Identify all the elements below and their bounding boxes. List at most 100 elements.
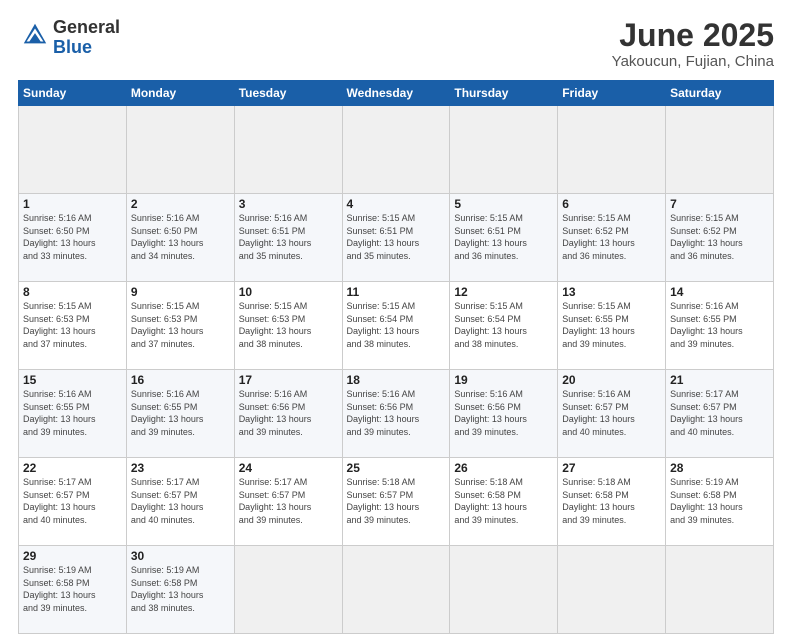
day-number: 5 [454,197,553,211]
day-number: 30 [131,549,230,563]
day-info: Sunrise: 5:15 AM Sunset: 6:54 PM Dayligh… [347,300,446,350]
column-header-monday: Monday [126,81,234,106]
day-number: 18 [347,373,446,387]
calendar-cell: 15Sunrise: 5:16 AM Sunset: 6:55 PM Dayli… [19,370,127,458]
day-number: 24 [239,461,338,475]
logo-blue: Blue [53,37,92,57]
day-info: Sunrise: 5:15 AM Sunset: 6:52 PM Dayligh… [562,212,661,262]
column-header-tuesday: Tuesday [234,81,342,106]
calendar-cell: 2Sunrise: 5:16 AM Sunset: 6:50 PM Daylig… [126,194,234,282]
calendar-cell [666,106,774,194]
calendar-cell: 22Sunrise: 5:17 AM Sunset: 6:57 PM Dayli… [19,458,127,546]
calendar-cell: 29Sunrise: 5:19 AM Sunset: 6:58 PM Dayli… [19,546,127,634]
day-info: Sunrise: 5:15 AM Sunset: 6:51 PM Dayligh… [454,212,553,262]
day-number: 29 [23,549,122,563]
calendar-cell: 19Sunrise: 5:16 AM Sunset: 6:56 PM Dayli… [450,370,558,458]
day-number: 9 [131,285,230,299]
day-number: 26 [454,461,553,475]
day-info: Sunrise: 5:15 AM Sunset: 6:53 PM Dayligh… [239,300,338,350]
day-number: 28 [670,461,769,475]
day-info: Sunrise: 5:16 AM Sunset: 6:57 PM Dayligh… [562,388,661,438]
calendar-cell: 17Sunrise: 5:16 AM Sunset: 6:56 PM Dayli… [234,370,342,458]
column-header-saturday: Saturday [666,81,774,106]
calendar-cell: 1Sunrise: 5:16 AM Sunset: 6:50 PM Daylig… [19,194,127,282]
calendar-cell [126,106,234,194]
day-info: Sunrise: 5:16 AM Sunset: 6:50 PM Dayligh… [23,212,122,262]
column-header-sunday: Sunday [19,81,127,106]
calendar-cell: 10Sunrise: 5:15 AM Sunset: 6:53 PM Dayli… [234,282,342,370]
day-info: Sunrise: 5:15 AM Sunset: 6:53 PM Dayligh… [131,300,230,350]
calendar-cell: 16Sunrise: 5:16 AM Sunset: 6:55 PM Dayli… [126,370,234,458]
page: General Blue June 2025 Yakoucun, Fujian,… [0,0,792,612]
day-info: Sunrise: 5:16 AM Sunset: 6:51 PM Dayligh… [239,212,338,262]
logo-text: General Blue [53,18,120,58]
calendar-cell: 30Sunrise: 5:19 AM Sunset: 6:58 PM Dayli… [126,546,234,634]
calendar-cell [558,546,666,634]
day-info: Sunrise: 5:19 AM Sunset: 6:58 PM Dayligh… [670,476,769,526]
day-number: 23 [131,461,230,475]
day-number: 1 [23,197,122,211]
calendar-cell: 18Sunrise: 5:16 AM Sunset: 6:56 PM Dayli… [342,370,450,458]
calendar-cell: 25Sunrise: 5:18 AM Sunset: 6:57 PM Dayli… [342,458,450,546]
calendar-cell: 27Sunrise: 5:18 AM Sunset: 6:58 PM Dayli… [558,458,666,546]
logo-general: General [53,17,120,37]
day-info: Sunrise: 5:15 AM Sunset: 6:52 PM Dayligh… [670,212,769,262]
calendar-cell: 3Sunrise: 5:16 AM Sunset: 6:51 PM Daylig… [234,194,342,282]
day-number: 13 [562,285,661,299]
calendar-cell: 20Sunrise: 5:16 AM Sunset: 6:57 PM Dayli… [558,370,666,458]
day-info: Sunrise: 5:19 AM Sunset: 6:58 PM Dayligh… [23,564,122,614]
day-number: 6 [562,197,661,211]
logo: General Blue [18,18,120,58]
day-info: Sunrise: 5:16 AM Sunset: 6:55 PM Dayligh… [670,300,769,350]
calendar-cell [450,106,558,194]
day-number: 14 [670,285,769,299]
calendar-cell: 28Sunrise: 5:19 AM Sunset: 6:58 PM Dayli… [666,458,774,546]
column-header-friday: Friday [558,81,666,106]
title-block: June 2025 Yakoucun, Fujian, China [612,18,774,70]
column-header-thursday: Thursday [450,81,558,106]
day-number: 21 [670,373,769,387]
calendar-cell [342,106,450,194]
day-number: 10 [239,285,338,299]
day-info: Sunrise: 5:16 AM Sunset: 6:56 PM Dayligh… [454,388,553,438]
calendar-cell [558,106,666,194]
day-info: Sunrise: 5:15 AM Sunset: 6:53 PM Dayligh… [23,300,122,350]
calendar-cell: 23Sunrise: 5:17 AM Sunset: 6:57 PM Dayli… [126,458,234,546]
day-number: 3 [239,197,338,211]
calendar-cell: 9Sunrise: 5:15 AM Sunset: 6:53 PM Daylig… [126,282,234,370]
header: General Blue June 2025 Yakoucun, Fujian,… [18,18,774,70]
calendar-cell [234,106,342,194]
calendar-cell: 26Sunrise: 5:18 AM Sunset: 6:58 PM Dayli… [450,458,558,546]
day-info: Sunrise: 5:16 AM Sunset: 6:55 PM Dayligh… [23,388,122,438]
day-number: 12 [454,285,553,299]
day-info: Sunrise: 5:15 AM Sunset: 6:55 PM Dayligh… [562,300,661,350]
calendar-header-row: SundayMondayTuesdayWednesdayThursdayFrid… [19,81,774,106]
calendar-cell: 21Sunrise: 5:17 AM Sunset: 6:57 PM Dayli… [666,370,774,458]
calendar-week-row: 1Sunrise: 5:16 AM Sunset: 6:50 PM Daylig… [19,194,774,282]
calendar-cell [19,106,127,194]
day-number: 11 [347,285,446,299]
calendar-cell [234,546,342,634]
day-info: Sunrise: 5:16 AM Sunset: 6:50 PM Dayligh… [131,212,230,262]
calendar-cell: 11Sunrise: 5:15 AM Sunset: 6:54 PM Dayli… [342,282,450,370]
calendar-cell: 6Sunrise: 5:15 AM Sunset: 6:52 PM Daylig… [558,194,666,282]
day-number: 17 [239,373,338,387]
day-info: Sunrise: 5:17 AM Sunset: 6:57 PM Dayligh… [23,476,122,526]
calendar-cell: 8Sunrise: 5:15 AM Sunset: 6:53 PM Daylig… [19,282,127,370]
calendar-cell: 5Sunrise: 5:15 AM Sunset: 6:51 PM Daylig… [450,194,558,282]
day-number: 8 [23,285,122,299]
day-info: Sunrise: 5:15 AM Sunset: 6:54 PM Dayligh… [454,300,553,350]
day-info: Sunrise: 5:18 AM Sunset: 6:58 PM Dayligh… [454,476,553,526]
day-number: 19 [454,373,553,387]
calendar-cell [450,546,558,634]
day-number: 27 [562,461,661,475]
calendar-cell: 14Sunrise: 5:16 AM Sunset: 6:55 PM Dayli… [666,282,774,370]
calendar-cell: 13Sunrise: 5:15 AM Sunset: 6:55 PM Dayli… [558,282,666,370]
day-number: 4 [347,197,446,211]
day-info: Sunrise: 5:16 AM Sunset: 6:56 PM Dayligh… [347,388,446,438]
column-header-wednesday: Wednesday [342,81,450,106]
day-info: Sunrise: 5:16 AM Sunset: 6:56 PM Dayligh… [239,388,338,438]
day-info: Sunrise: 5:17 AM Sunset: 6:57 PM Dayligh… [239,476,338,526]
day-info: Sunrise: 5:18 AM Sunset: 6:58 PM Dayligh… [562,476,661,526]
day-info: Sunrise: 5:19 AM Sunset: 6:58 PM Dayligh… [131,564,230,614]
